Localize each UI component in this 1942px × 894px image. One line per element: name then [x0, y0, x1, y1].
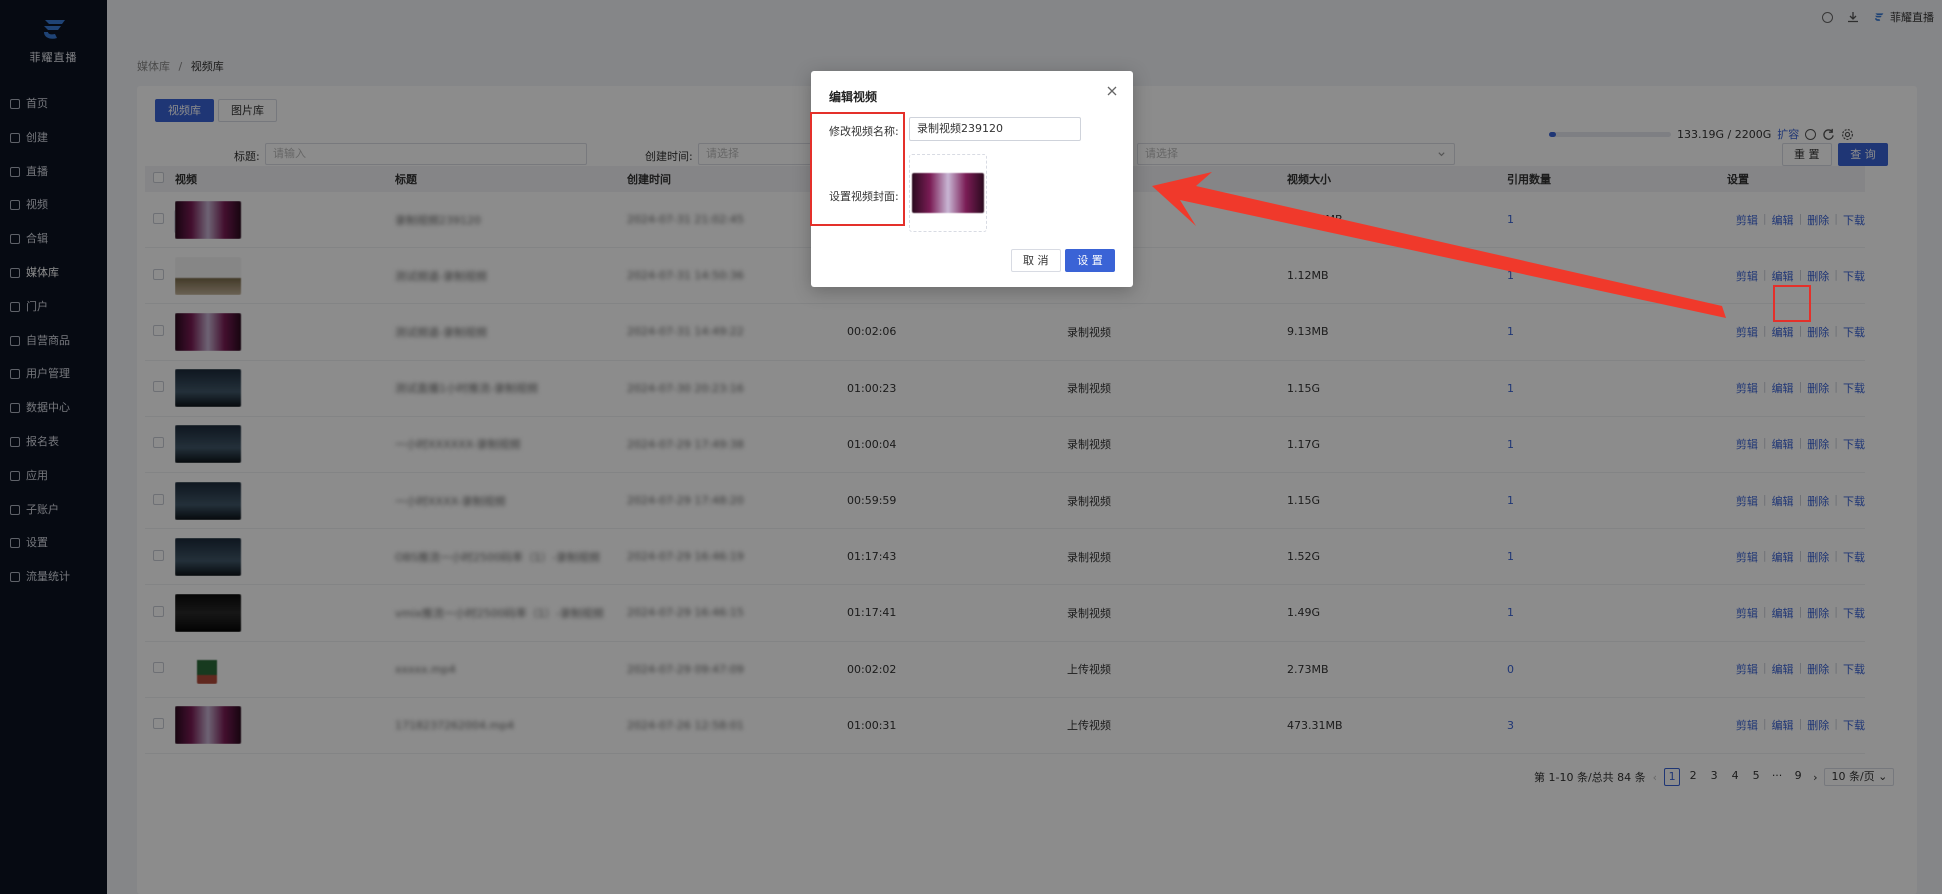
dialog-title: 编辑视频: [829, 90, 878, 104]
confirm-set-button[interactable]: 设 置: [1065, 249, 1115, 272]
close-icon[interactable]: [1106, 85, 1118, 97]
cancel-button[interactable]: 取 消: [1011, 249, 1061, 272]
video-name-input[interactable]: 录制视频239120: [909, 117, 1081, 141]
video-cover-upload[interactable]: [909, 154, 987, 232]
annotation-highlight-dialog-labels: [810, 112, 905, 226]
annotation-highlight-edit-button: [1773, 285, 1811, 322]
cover-thumbnail: [912, 173, 984, 213]
